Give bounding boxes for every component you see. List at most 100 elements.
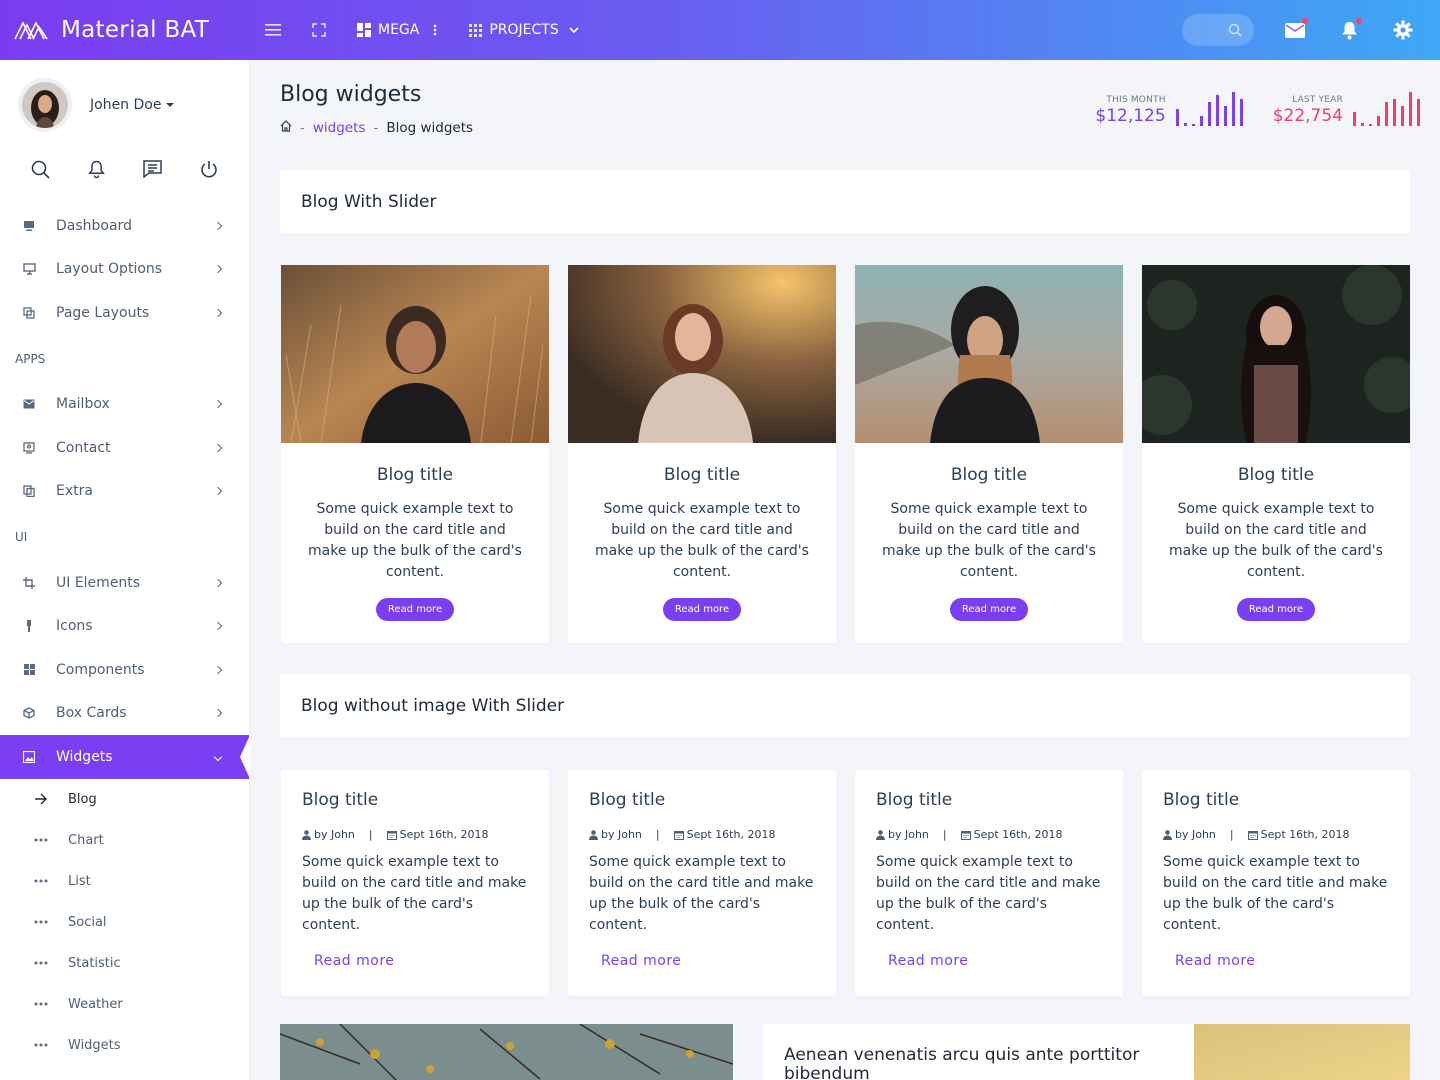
sidebar-item-widgets[interactable]: Widgets [0,735,250,779]
card-title: Blog title [589,790,666,810]
mail-button[interactable] [1282,17,1308,43]
user-icon [302,829,311,840]
brand-name: Material BAT [61,17,210,43]
read-more-link[interactable]: Read more [1175,953,1255,969]
brand[interactable]: Material BAT [0,0,250,60]
read-more-button[interactable]: Read more [949,598,1029,621]
notifications-badge [1356,18,1362,24]
card-text: Some quick example text to build on the … [595,501,809,580]
blog-card: Blog title Some quick example text to bu… [281,265,549,643]
monitor-icon [22,262,36,276]
sidebar-item-components[interactable]: Components [0,648,249,692]
post-author[interactable]: by John [314,828,355,841]
blog-card-image [1142,265,1410,443]
post-author[interactable]: by John [1175,828,1216,841]
logo-icon [14,21,48,40]
avatar[interactable] [22,82,68,128]
post-author[interactable]: by John [888,828,929,841]
sidebar-item-mailbox[interactable]: Mailbox [0,383,249,427]
mega-menu[interactable]: MEGA [357,22,437,38]
sparkline-bar [1191,124,1195,126]
read-more-link[interactable]: Read more [314,953,394,969]
projects-label: PROJECTS [489,22,559,38]
sidebar: Johen Doe Dashboard Layout Options Page … [0,60,250,1080]
dots-icon [34,1043,49,1047]
post-meta: by John | Sept 16th, 2018 [876,828,1102,841]
sidebar-item-box-cards[interactable]: Box Cards [0,692,249,736]
gear-icon [1393,20,1413,40]
read-more-link[interactable]: Read more [601,953,681,969]
sidebar-item-layout-options[interactable]: Layout Options [0,248,249,292]
sparkline-bar [1215,95,1219,126]
post-author[interactable]: by John [601,828,642,841]
page-title: Blog widgets [280,82,422,107]
notifications-button[interactable] [1336,17,1362,43]
card-title: Blog title [302,790,379,810]
mail-icon [1285,22,1305,38]
sidebar-subitem-social[interactable]: Social [0,902,249,943]
top-navbar: Material BAT MEGA PROJECTS [0,0,1440,60]
breadcrumb-link-widgets[interactable]: widgets [313,120,366,136]
chevron-right-icon [213,308,223,317]
menu-toggle-icon[interactable] [258,15,288,45]
sparkline-bar [1207,102,1211,126]
blog-text-card-row: Blog title by John | Sept 16th, 2018 Som… [281,770,1410,996]
sidebar-item-contact[interactable]: Contact [0,426,249,470]
chevron-down-icon [213,752,223,761]
contact-icon [22,441,36,455]
sidebar-item-icons[interactable]: Icons [0,605,249,649]
user-icon [1163,829,1172,840]
sparkline-bar [1409,92,1412,126]
read-more-button[interactable]: Read more [375,598,455,621]
blog-card-row: Blog title Some quick example text to bu… [281,265,1410,643]
chevron-right-icon [213,487,223,496]
blog-card-image [568,265,836,443]
sidebar-subitem-list[interactable]: List [0,861,249,902]
fullscreen-icon[interactable] [304,15,334,45]
sidebar-item-page-layouts[interactable]: Page Layouts [0,291,249,335]
blog-text-card: Blog title by John | Sept 16th, 2018 Som… [281,770,549,996]
user-profile: Johen Doe [0,60,249,150]
sidebar-subitem-statistic[interactable]: Statistic [0,943,249,984]
sidebar-subitem-blog[interactable]: Blog [0,779,249,820]
blog-image-sunset [1194,1024,1410,1080]
search-icon[interactable] [31,160,50,183]
section-heading-blog-with-slider: Blog With Slider [280,170,1410,234]
sparkline-bar [1393,99,1396,126]
sparkline-bar [1353,112,1356,126]
blog-card-image [281,265,549,443]
sidebar-subitem-widgets[interactable]: Widgets [0,1025,249,1066]
calendar-icon [673,830,684,840]
read-more-link[interactable]: Read more [888,953,968,969]
sidebar-item-ui-elements[interactable]: UI Elements [0,561,249,605]
settings-button[interactable] [1390,17,1416,43]
chevron-right-icon [213,265,223,274]
main-content: Blog widgets - widgets - Blog widgets TH… [250,60,1440,1080]
projects-menu[interactable]: PROJECTS [469,22,579,38]
sidebar-item-extra[interactable]: Extra [0,470,249,514]
dots-icon [34,1002,49,1006]
post-meta: by John | Sept 16th, 2018 [1163,828,1389,841]
card-title: Blog title [663,465,741,485]
box-icon [22,706,36,720]
sidebar-item-dashboard[interactable]: Dashboard [0,204,249,248]
search-input[interactable] [1182,14,1254,46]
sidebar-subitem-chart[interactable]: Chart [0,820,249,861]
dashboard-grid-icon [357,23,371,37]
blog-card-image [855,265,1123,443]
user-icon [876,829,885,840]
sparkline-this-month [1175,90,1243,126]
sparkline-bar [1369,124,1372,126]
blog-text-card: Blog title by John | Sept 16th, 2018 Som… [855,770,1123,996]
home-icon[interactable] [280,120,292,136]
blog-card: Blog title Some quick example text to bu… [855,265,1123,643]
bell-icon[interactable] [88,160,105,183]
sidebar-subitem-weather[interactable]: Weather [0,984,249,1025]
user-menu[interactable]: Johen Doe [90,97,175,113]
read-more-button[interactable]: Read more [662,598,742,621]
caret-down-icon [166,103,175,107]
message-icon[interactable] [143,160,162,182]
power-icon[interactable] [200,160,218,183]
read-more-button[interactable]: Read more [1236,598,1316,621]
image-icon [22,750,36,764]
